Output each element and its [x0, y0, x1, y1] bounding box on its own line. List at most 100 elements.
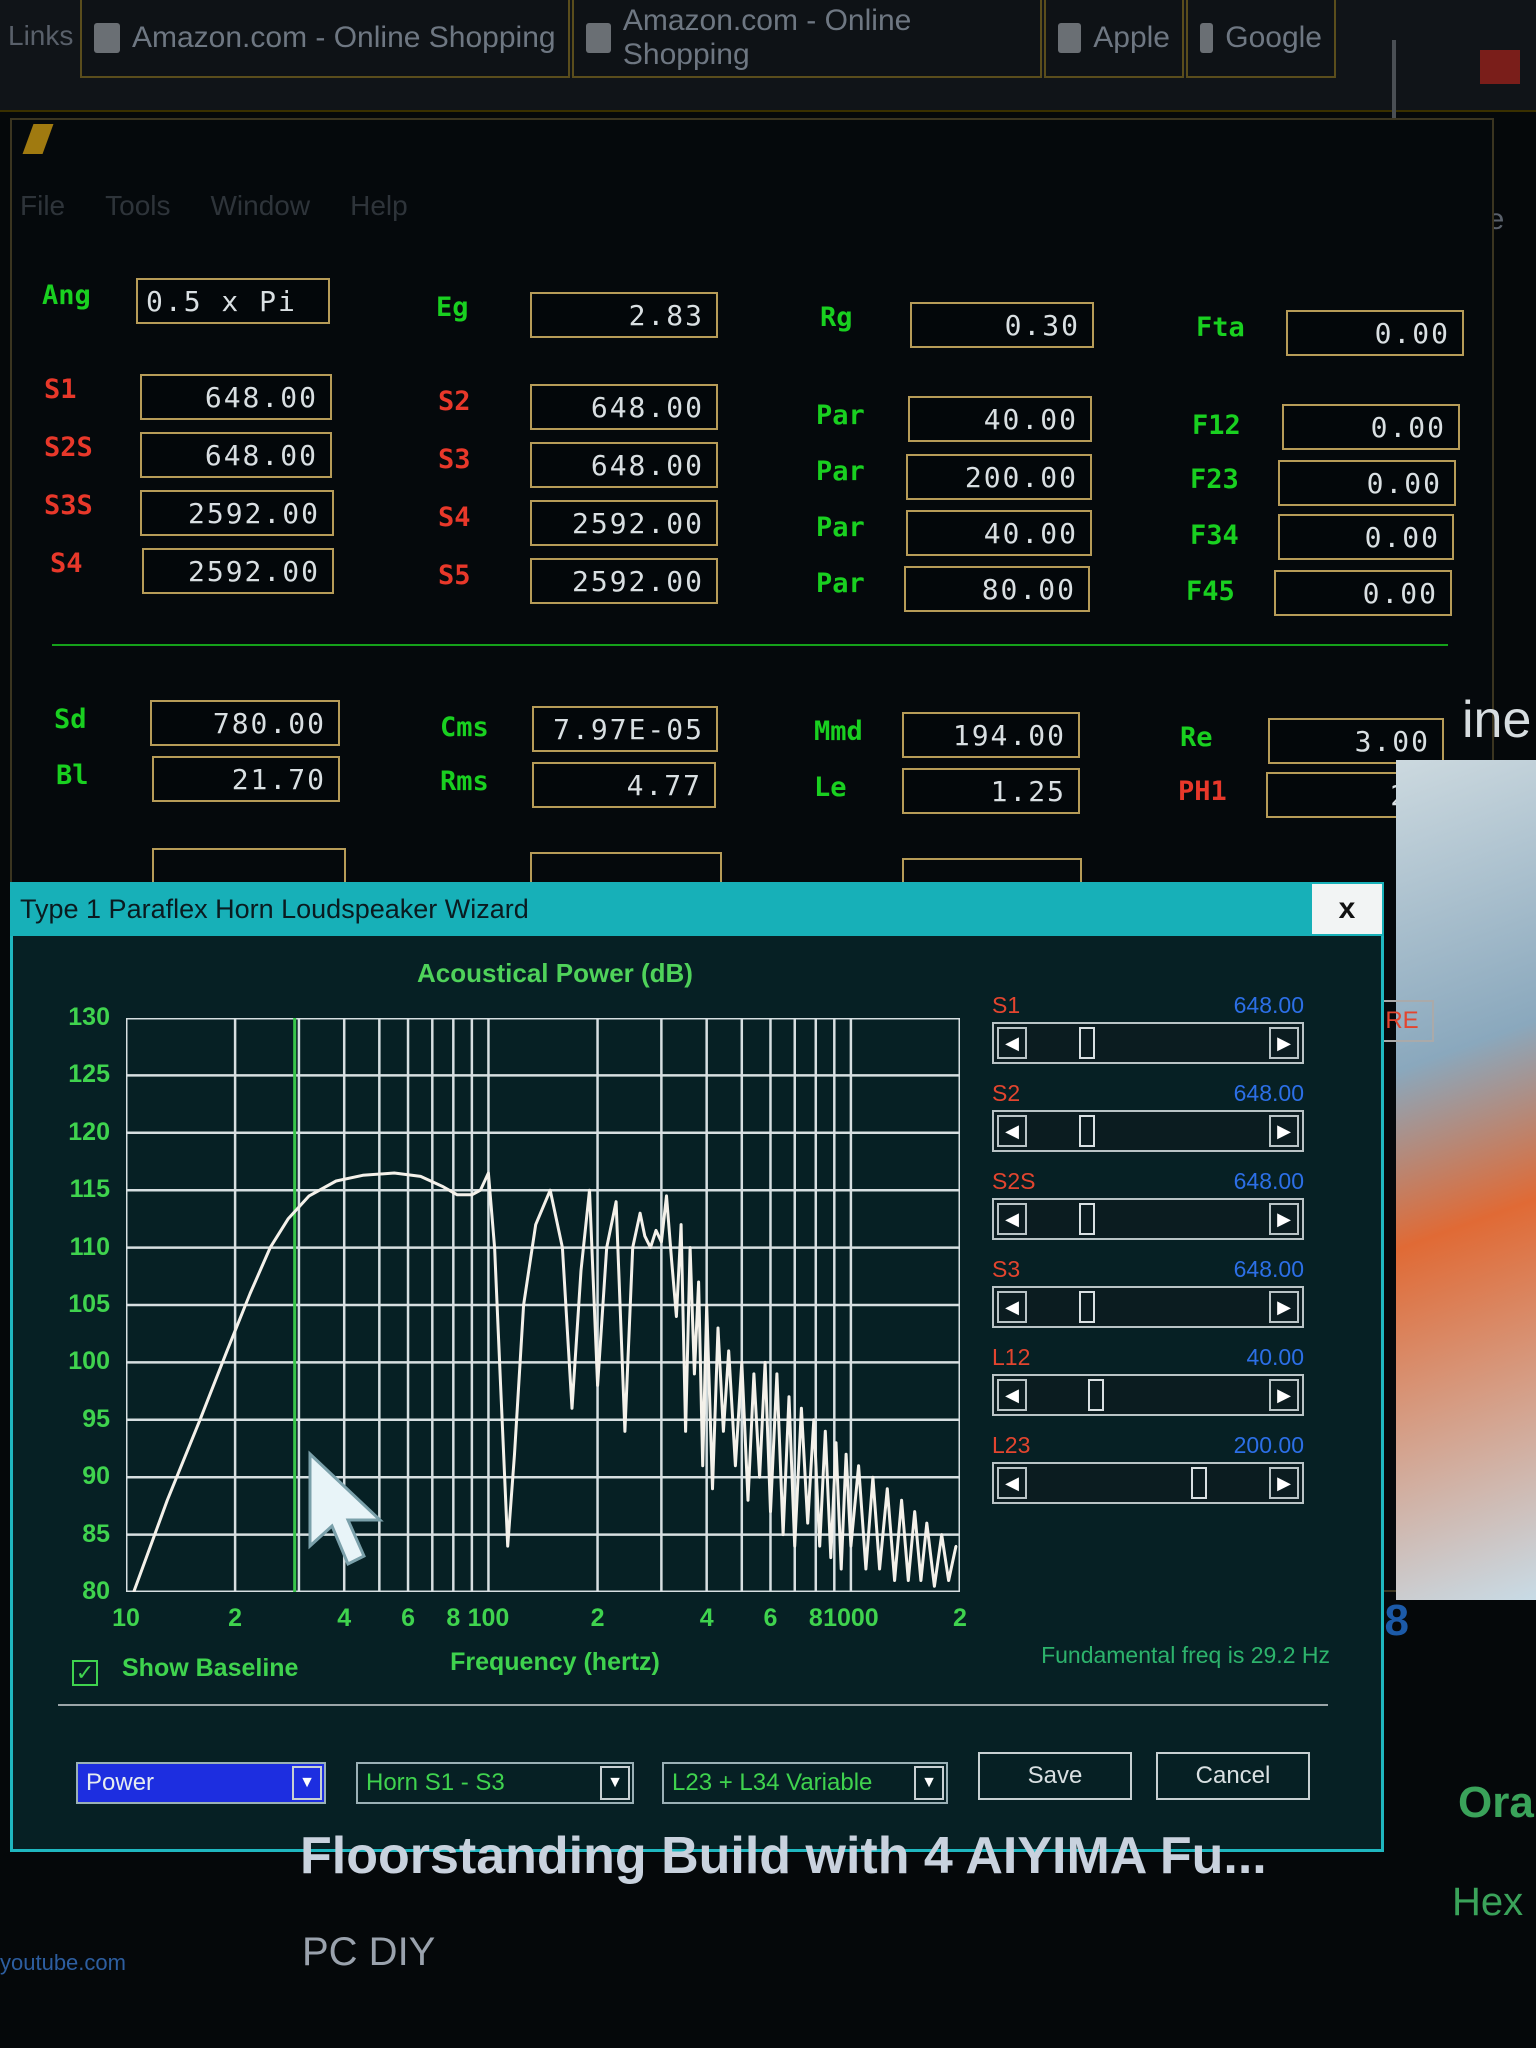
show-baseline-checkbox[interactable]: ✓	[72, 1660, 98, 1686]
data-point	[693, 1372, 696, 1376]
power-select[interactable]: Power ▼	[76, 1762, 326, 1804]
s4-field[interactable]: 2592.00	[142, 548, 334, 594]
data-point	[419, 1175, 422, 1178]
par2-label: Par	[816, 456, 865, 487]
menu-file[interactable]: File	[20, 190, 65, 222]
ang-field[interactable]: 0.5 x Pi	[136, 278, 330, 324]
s3-field[interactable]: 648.00	[530, 442, 718, 488]
fta-field[interactable]: 0.00	[1286, 310, 1464, 356]
arrow-right-icon[interactable]: ▶	[1269, 1379, 1299, 1411]
chevron-down-icon[interactable]: ▼	[292, 1766, 322, 1800]
rms-field[interactable]: 4.77	[532, 762, 716, 808]
page-icon	[94, 23, 120, 53]
cms-field[interactable]: 7.97E-05	[532, 706, 718, 752]
arrow-left-icon[interactable]: ◀	[997, 1115, 1027, 1147]
toolbar-icon[interactable]	[1480, 50, 1520, 84]
slider-track[interactable]: ◀ ▶	[992, 1462, 1304, 1504]
page-icon	[1058, 23, 1082, 53]
data-point	[307, 1194, 311, 1198]
f12-field[interactable]: 0.00	[1282, 404, 1460, 450]
par2-field[interactable]: 200.00	[906, 454, 1092, 500]
f23-field[interactable]: 0.00	[1278, 460, 1456, 506]
arrow-left-icon[interactable]: ◀	[997, 1467, 1027, 1499]
s2-field[interactable]: 648.00	[530, 384, 718, 430]
mouse-cursor-icon	[308, 1450, 384, 1567]
slider-thumb[interactable]	[1088, 1379, 1105, 1411]
y-tick-label: 120	[68, 1117, 110, 1146]
slider-value: 648.00	[1233, 1256, 1304, 1282]
page-icon	[586, 23, 611, 53]
slider-track[interactable]: ◀ ▶	[992, 1022, 1304, 1064]
s3s-field[interactable]: 2592.00	[140, 490, 334, 536]
slider-thumb[interactable]	[1191, 1467, 1208, 1499]
channel-name[interactable]: PC DIY	[302, 1930, 435, 1975]
bl-field[interactable]: 21.70	[152, 756, 340, 802]
menu-tools[interactable]: Tools	[105, 190, 170, 222]
data-point	[919, 1579, 923, 1582]
background-photo	[1396, 760, 1536, 1600]
data-point	[614, 1200, 618, 1203]
save-button[interactable]: Save	[978, 1752, 1132, 1800]
data-point	[675, 1315, 678, 1318]
arrow-right-icon[interactable]: ▶	[1269, 1115, 1299, 1147]
arrow-left-icon[interactable]: ◀	[997, 1379, 1027, 1411]
data-point	[596, 1384, 599, 1387]
s2s-field[interactable]: 648.00	[140, 432, 332, 478]
arrow-left-icon[interactable]: ◀	[997, 1027, 1027, 1059]
arrow-right-icon[interactable]: ▶	[1269, 1027, 1299, 1059]
chevron-down-icon[interactable]: ▼	[600, 1766, 630, 1800]
bookmark-apple[interactable]: Apple	[1044, 0, 1184, 78]
s4-label: S4	[50, 548, 83, 579]
video-title[interactable]: Floorstanding Build with 4 AIYIMA Fu...	[300, 1826, 1267, 1886]
variable-select[interactable]: L23 + L34 Variable ▼	[662, 1762, 948, 1804]
par3-field[interactable]: 40.00	[906, 510, 1092, 556]
arrow-right-icon[interactable]: ▶	[1269, 1467, 1299, 1499]
background-text: ine	[1462, 691, 1532, 749]
menu-help[interactable]: Help	[350, 190, 408, 222]
arrow-right-icon[interactable]: ▶	[1269, 1203, 1299, 1235]
data-point	[561, 1246, 564, 1249]
close-button[interactable]: x	[1312, 884, 1382, 934]
slider-track[interactable]: ◀ ▶	[992, 1286, 1304, 1328]
horn-select[interactable]: Horn S1 - S3 ▼	[356, 1762, 634, 1804]
le-field[interactable]: 1.25	[902, 768, 1080, 814]
s4-col2-field[interactable]: 2592.00	[530, 500, 718, 546]
rms-label: Rms	[440, 766, 489, 797]
slider-thumb[interactable]	[1079, 1027, 1096, 1059]
eg-field[interactable]: 2.83	[530, 292, 718, 338]
s1-field[interactable]: 648.00	[140, 374, 332, 420]
y-tick-label: 90	[82, 1462, 110, 1491]
par1-field[interactable]: 40.00	[908, 396, 1092, 442]
slider-track[interactable]: ◀ ▶	[992, 1110, 1304, 1152]
mmd-field[interactable]: 194.00	[902, 712, 1080, 758]
f34-field[interactable]: 0.00	[1278, 514, 1454, 560]
bookmark-google[interactable]: Google	[1186, 0, 1336, 78]
wizard-separator	[58, 1704, 1328, 1706]
bookmark-label: Apple	[1093, 21, 1170, 54]
bookmark-amazon-2[interactable]: Amazon.com - Online Shopping	[572, 0, 1042, 78]
data-point	[740, 1361, 743, 1364]
bookmark-amazon-1[interactable]: Amazon.com - Online Shopping	[80, 0, 570, 78]
slider-track[interactable]: ◀ ▶	[992, 1374, 1304, 1416]
slider-track[interactable]: ◀ ▶	[992, 1198, 1304, 1240]
arrow-right-icon[interactable]: ▶	[1269, 1291, 1299, 1323]
sd-field[interactable]: 780.00	[150, 700, 340, 746]
data-point	[361, 1174, 364, 1177]
data-point	[623, 1430, 627, 1433]
arrow-left-icon[interactable]: ◀	[997, 1291, 1027, 1323]
slider-thumb[interactable]	[1079, 1291, 1096, 1323]
menu-window[interactable]: Window	[211, 190, 311, 222]
chevron-down-icon[interactable]: ▼	[914, 1766, 944, 1800]
s5-field[interactable]: 2592.00	[530, 558, 718, 604]
x-tick-label: 8	[446, 1604, 461, 1632]
slider-thumb[interactable]	[1079, 1115, 1096, 1147]
cancel-button[interactable]: Cancel	[1156, 1752, 1310, 1800]
par4-field[interactable]: 80.00	[904, 566, 1090, 612]
f45-field[interactable]: 0.00	[1274, 570, 1452, 616]
rg-field[interactable]: 0.30	[910, 302, 1094, 348]
y-tick-label: 110	[69, 1232, 110, 1261]
re-field[interactable]: 3.00	[1268, 718, 1444, 764]
arrow-left-icon[interactable]: ◀	[997, 1203, 1027, 1235]
mmd-label: Mmd	[814, 716, 863, 747]
slider-thumb[interactable]	[1079, 1203, 1096, 1235]
